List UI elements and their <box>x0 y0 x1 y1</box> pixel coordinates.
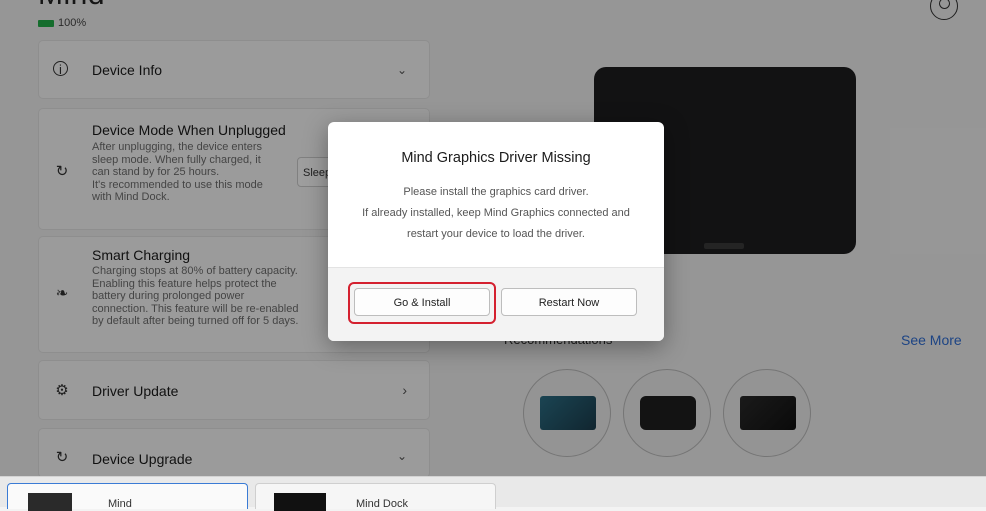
tab-mind[interactable]: Mind <box>7 483 248 511</box>
restart-now-button[interactable]: Restart Now <box>501 288 637 316</box>
device-taskbar: Mind Mind Dock <box>0 476 986 511</box>
device-thumbnail <box>274 493 326 511</box>
app-window: Mind 100% i Device Info ⌄ ↻ Device Mode … <box>0 0 986 511</box>
highlight-box <box>348 282 496 324</box>
tab-mind-dock[interactable]: Mind Dock <box>255 483 496 511</box>
dialog-message: Please install the graphics card driver.… <box>362 186 630 240</box>
dialog-title: Mind Graphics Driver Missing <box>401 150 591 166</box>
device-thumbnail <box>28 493 72 511</box>
